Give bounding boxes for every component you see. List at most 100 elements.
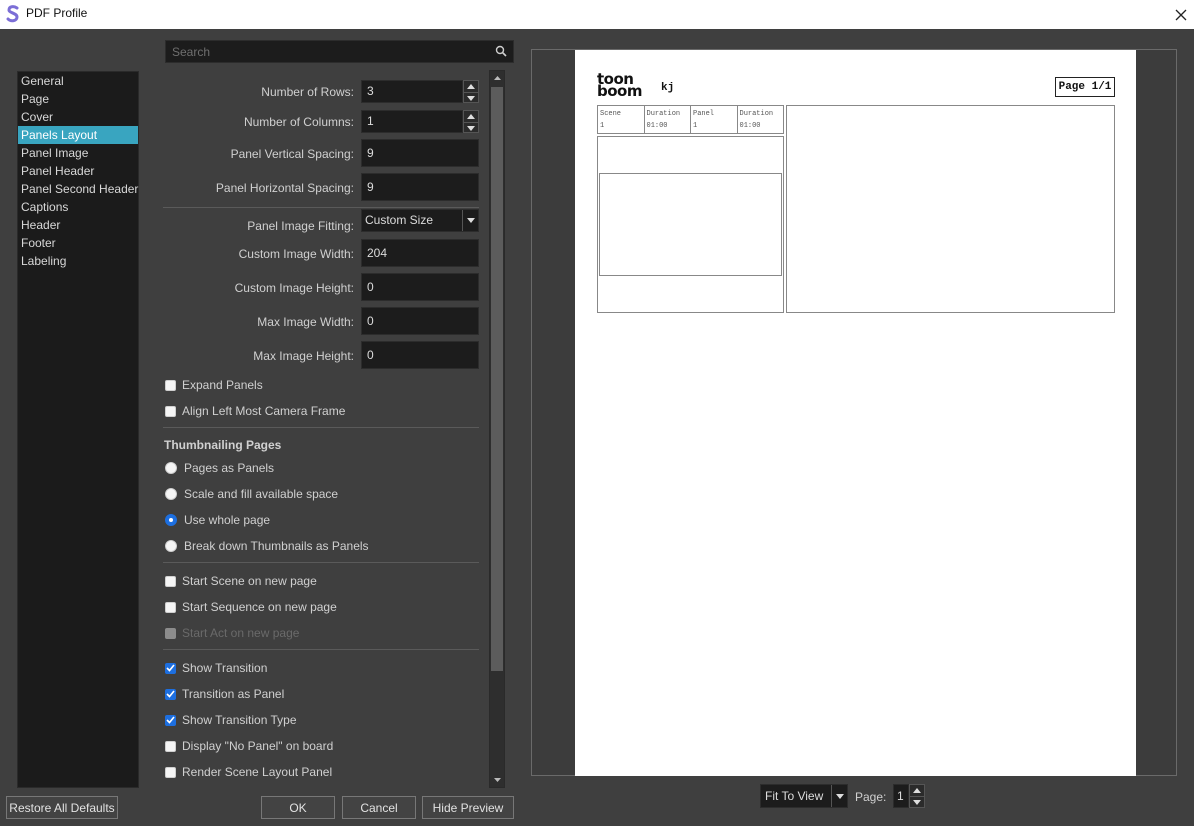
preview-page: toon boom kj Page 1/1 Scene 1 Duration 01:… xyxy=(575,50,1136,776)
spin-down-icon[interactable] xyxy=(910,796,924,807)
show-transition-checkbox[interactable]: Show Transition xyxy=(165,659,267,677)
transition-as-panel-label: Transition as Panel xyxy=(182,687,285,701)
show-transition-type-checkbox[interactable]: Show Transition Type xyxy=(165,711,297,729)
max-width-row: Max Image Width: 0 xyxy=(163,307,489,335)
fitting-label: Panel Image Fitting: xyxy=(247,219,354,233)
scroll-up-icon[interactable] xyxy=(490,71,504,85)
custom-width-input[interactable]: 204 xyxy=(361,239,479,267)
vspacing-input[interactable]: 9 xyxy=(361,139,479,167)
ok-button[interactable]: OK xyxy=(261,796,335,819)
radio-button[interactable] xyxy=(165,540,177,552)
max-height-input[interactable]: 0 xyxy=(361,341,479,369)
divider xyxy=(163,562,479,563)
spin-down-icon[interactable] xyxy=(464,92,478,103)
nav-item-panel-second-header[interactable]: Panel Second Header xyxy=(18,180,138,198)
close-button[interactable] xyxy=(1168,0,1194,29)
display-no-panel-checkbox[interactable]: Display "No Panel" on board xyxy=(165,737,333,755)
checkbox-box-checked[interactable] xyxy=(165,662,176,674)
checkbox-box[interactable] xyxy=(165,766,176,778)
custom-height-input[interactable]: 0 xyxy=(361,273,479,301)
radio-button[interactable] xyxy=(165,488,177,500)
spin-up-icon[interactable] xyxy=(464,111,478,122)
checkbox-box[interactable] xyxy=(165,601,176,613)
checkbox-box-checked[interactable] xyxy=(165,688,176,700)
thumbnailing-section-title: Thumbnailing Pages xyxy=(164,438,282,452)
nav-item-captions[interactable]: Captions xyxy=(18,198,138,216)
radio-label: Pages as Panels xyxy=(184,461,275,475)
rows-input[interactable]: 3 xyxy=(361,80,463,103)
radio-pages-as-panels[interactable]: Pages as Panels xyxy=(165,459,274,477)
checkbox-box-disabled xyxy=(165,627,176,639)
radio-label: Scale and fill available space xyxy=(184,487,339,501)
custom-width-row: Custom Image Width: 204 xyxy=(163,239,489,267)
radio-break-down-thumbnails[interactable]: Break down Thumbnails as Panels xyxy=(165,537,369,555)
restore-defaults-button[interactable]: Restore All Defaults xyxy=(6,796,118,819)
render-scene-layout-checkbox[interactable]: Render Scene Layout Panel xyxy=(165,763,332,781)
hspacing-input[interactable]: 9 xyxy=(361,173,479,201)
chevron-down-icon[interactable] xyxy=(462,210,478,231)
hide-preview-button[interactable]: Hide Preview xyxy=(422,796,514,819)
start-act-label: Start Act on new page xyxy=(182,626,300,640)
chevron-down-icon[interactable] xyxy=(831,785,847,807)
cancel-button[interactable]: Cancel xyxy=(342,796,416,819)
divider xyxy=(163,207,479,208)
display-no-panel-label: Display "No Panel" on board xyxy=(182,739,334,753)
expand-panels-checkbox[interactable]: Expand Panels xyxy=(165,376,263,394)
category-list: General Page Cover Panels Layout Panel I… xyxy=(17,71,139,788)
nav-item-cover[interactable]: Cover xyxy=(18,108,138,126)
nav-item-labeling[interactable]: Labeling xyxy=(18,252,138,270)
scroll-down-icon[interactable] xyxy=(490,773,504,787)
columns-input[interactable]: 1 xyxy=(361,110,463,133)
scroll-thumb[interactable] xyxy=(491,87,503,671)
nav-item-panel-image[interactable]: Panel Image xyxy=(18,144,138,162)
checkbox-box[interactable] xyxy=(165,740,176,752)
preview-doc-title: kj xyxy=(661,82,675,94)
nav-item-general[interactable]: General xyxy=(18,72,138,90)
custom-width-label: Custom Image Width: xyxy=(238,247,354,261)
spin-up-icon[interactable] xyxy=(464,81,478,92)
check-icon xyxy=(166,690,175,698)
header-cell: Scene 1 xyxy=(598,106,645,133)
start-sequence-checkbox[interactable]: Start Sequence on new page xyxy=(165,598,337,616)
page-spinner[interactable] xyxy=(909,784,925,808)
divider xyxy=(163,649,479,650)
nav-item-page[interactable]: Page xyxy=(18,90,138,108)
checkbox-box[interactable] xyxy=(165,575,176,587)
show-transition-label: Show Transition xyxy=(182,661,268,675)
fitting-row: Panel Image Fitting: Custom Size xyxy=(163,209,489,233)
nav-item-panels-layout[interactable]: Panels Layout xyxy=(18,126,138,144)
radio-button[interactable] xyxy=(165,462,177,474)
preview-page-number: Page 1/1 xyxy=(1055,77,1115,97)
align-left-checkbox[interactable]: Align Left Most Camera Frame xyxy=(165,402,345,420)
max-width-label: Max Image Width: xyxy=(257,315,354,329)
start-scene-checkbox[interactable]: Start Scene on new page xyxy=(165,572,317,590)
spin-up-icon[interactable] xyxy=(910,785,924,796)
checkbox-box[interactable] xyxy=(165,379,176,391)
max-width-input[interactable]: 0 xyxy=(361,307,479,335)
columns-spinner[interactable] xyxy=(463,110,479,133)
header-cell: Duration 01:00 xyxy=(645,106,691,133)
form-scrollbar[interactable] xyxy=(489,70,505,788)
page-input[interactable]: 1 xyxy=(893,784,909,808)
vspacing-label: Panel Vertical Spacing: xyxy=(230,147,354,161)
search-icon xyxy=(495,45,507,57)
custom-height-row: Custom Image Height: 0 xyxy=(163,273,489,301)
nav-item-header[interactable]: Header xyxy=(18,216,138,234)
fitting-dropdown[interactable]: Custom Size xyxy=(361,209,479,232)
zoom-dropdown[interactable]: Fit To View xyxy=(760,784,848,808)
nav-item-panel-header[interactable]: Panel Header xyxy=(18,162,138,180)
radio-button-selected[interactable] xyxy=(165,514,177,526)
radio-scale-fill[interactable]: Scale and fill available space xyxy=(165,485,338,503)
align-left-label: Align Left Most Camera Frame xyxy=(182,404,346,418)
checkbox-box-checked[interactable] xyxy=(165,714,176,726)
nav-item-footer[interactable]: Footer xyxy=(18,234,138,252)
hspacing-label: Panel Horizontal Spacing: xyxy=(215,181,354,195)
radio-use-whole-page[interactable]: Use whole page xyxy=(165,511,270,529)
search-input[interactable] xyxy=(166,41,486,62)
rows-row: Number of Rows: 3 xyxy=(163,80,489,103)
checkbox-box[interactable] xyxy=(165,405,176,417)
rows-spinner[interactable] xyxy=(463,80,479,103)
preview-panel-header: Scene 1 Duration 01:00 Panel 1 Duration 01:0… xyxy=(597,105,784,134)
transition-as-panel-checkbox[interactable]: Transition as Panel xyxy=(165,685,284,703)
spin-down-icon[interactable] xyxy=(464,122,478,133)
